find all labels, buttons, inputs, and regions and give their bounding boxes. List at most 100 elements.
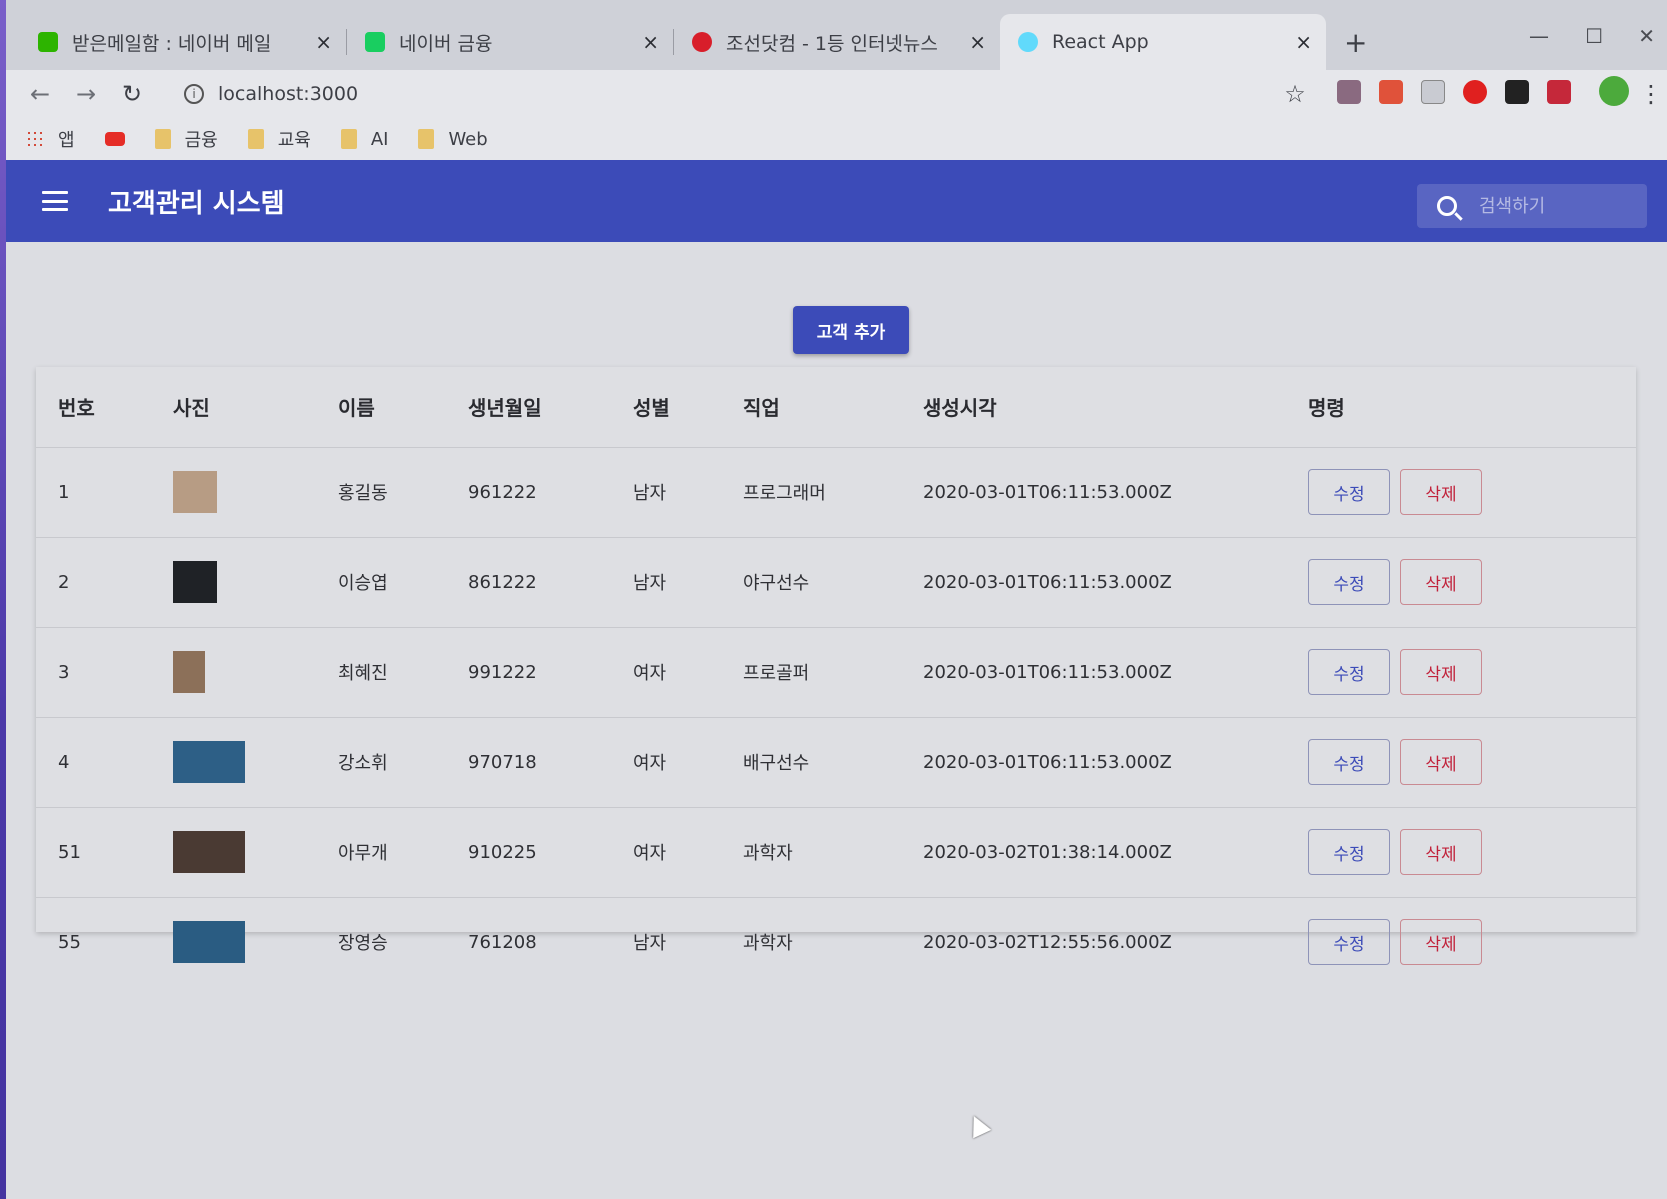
close-icon[interactable]: × bbox=[1295, 30, 1312, 54]
cell-birthday: 910225 bbox=[446, 806, 611, 897]
back-icon[interactable]: ← bbox=[28, 80, 52, 108]
customer-table: 번호 사진 이름 생년월일 성별 직업 생성시각 명령 1 홍길동 961222… bbox=[36, 367, 1636, 987]
cell-birthday: 991222 bbox=[446, 626, 611, 717]
reload-icon[interactable]: ↻ bbox=[120, 80, 144, 108]
bookmark-apps[interactable]: 앱 bbox=[26, 126, 75, 152]
close-icon[interactable]: × bbox=[315, 30, 332, 54]
customer-photo bbox=[173, 651, 205, 693]
bookmark-ai[interactable]: AI bbox=[340, 129, 388, 150]
header-name: 이름 bbox=[338, 396, 375, 421]
cell-birthday: 961222 bbox=[446, 446, 611, 537]
bookmarks-bar: 앱 금융 교육 AI Web bbox=[6, 118, 1667, 160]
header-gender: 성별 bbox=[633, 396, 670, 421]
header-actions: 명령 bbox=[1308, 396, 1345, 421]
search-icon bbox=[1437, 196, 1457, 216]
tab-naver-mail[interactable]: 받은메일함 : 네이버 메일 × bbox=[20, 14, 346, 70]
bookmark-star-icon[interactable]: ☆ bbox=[1283, 80, 1307, 108]
url-text: localhost:3000 bbox=[218, 83, 359, 105]
delete-button[interactable]: 삭제 bbox=[1400, 649, 1482, 695]
window-close-icon[interactable]: ✕ bbox=[1638, 24, 1655, 48]
forward-icon[interactable]: → bbox=[74, 80, 98, 108]
extension-icon[interactable] bbox=[1379, 80, 1403, 104]
delete-button[interactable]: 삭제 bbox=[1400, 829, 1482, 875]
table-row: 1 홍길동 961222 남자 프로그래머 2020-03-01T06:11:5… bbox=[36, 446, 1636, 537]
edit-button[interactable]: 수정 bbox=[1308, 649, 1390, 695]
tab-strip: 받은메일함 : 네이버 메일 × 네이버 금융 × 조선닷컴 - 1등 인터넷뉴… bbox=[6, 0, 1667, 70]
cell-name: 홍길동 bbox=[316, 446, 446, 537]
cell-id: 4 bbox=[36, 716, 151, 807]
minimize-icon[interactable]: — bbox=[1529, 24, 1549, 48]
customer-photo bbox=[173, 741, 245, 783]
cell-created: 2020-03-01T06:11:53.000Z bbox=[901, 716, 1286, 807]
edit-button[interactable]: 수정 bbox=[1308, 469, 1390, 515]
customer-photo bbox=[173, 561, 217, 603]
bookmark-web[interactable]: Web bbox=[418, 128, 488, 150]
new-tab-button[interactable]: + bbox=[1344, 26, 1367, 59]
terminal-icon[interactable] bbox=[1505, 80, 1529, 104]
profile-avatar[interactable] bbox=[1599, 76, 1629, 106]
address-bar[interactable]: i localhost:3000 bbox=[184, 83, 358, 105]
chosun-favicon-icon bbox=[692, 32, 712, 52]
hamburger-menu-icon[interactable] bbox=[42, 191, 68, 211]
cell-birthday: 970718 bbox=[446, 716, 611, 807]
bookmark-youtube[interactable] bbox=[104, 132, 125, 146]
customer-photo bbox=[173, 471, 217, 513]
cell-gender: 남자 bbox=[611, 896, 721, 987]
maximize-icon[interactable]: ☐ bbox=[1585, 24, 1603, 48]
bookmark-label: 교육 bbox=[277, 130, 311, 151]
table-header-row: 번호 사진 이름 생년월일 성별 직업 생성시각 명령 bbox=[36, 367, 1636, 447]
folder-icon bbox=[247, 129, 264, 149]
header-id: 번호 bbox=[58, 396, 95, 421]
add-customer-button[interactable]: 고객 추가 bbox=[793, 306, 909, 354]
tab-naver-finance[interactable]: 네이버 금융 × bbox=[347, 14, 673, 70]
table-row: 55 장영승 761208 남자 과학자 2020-03-02T12:55:56… bbox=[36, 896, 1636, 987]
cell-created: 2020-03-02T01:38:14.000Z bbox=[901, 806, 1286, 897]
cell-job: 과학자 bbox=[721, 806, 901, 897]
cell-name: 장영승 bbox=[316, 896, 446, 987]
bookmark-label: Web bbox=[448, 128, 488, 150]
tab-title: React App bbox=[1052, 31, 1149, 53]
edit-button[interactable]: 수정 bbox=[1308, 739, 1390, 785]
bookmark-finance[interactable]: 금융 bbox=[154, 126, 218, 152]
search-input[interactable] bbox=[1479, 195, 1629, 217]
apps-icon bbox=[26, 130, 44, 148]
tab-react-app[interactable]: React App × bbox=[1000, 14, 1326, 70]
cell-id: 55 bbox=[36, 896, 151, 987]
cell-name: 이승엽 bbox=[316, 536, 446, 627]
delete-button[interactable]: 삭제 bbox=[1400, 469, 1482, 515]
cell-created: 2020-03-02T12:55:56.000Z bbox=[901, 896, 1286, 987]
cell-id: 2 bbox=[36, 536, 151, 627]
cell-job: 배구선수 bbox=[721, 716, 901, 807]
extension-icon[interactable] bbox=[1547, 80, 1571, 104]
close-icon[interactable]: × bbox=[969, 30, 986, 54]
folder-icon bbox=[154, 129, 171, 149]
tab-chosun[interactable]: 조선닷컴 - 1등 인터넷뉴스 × bbox=[674, 14, 1000, 70]
naver-favicon-icon bbox=[365, 32, 385, 52]
extension-icon[interactable] bbox=[1337, 80, 1361, 104]
edit-button[interactable]: 수정 bbox=[1308, 919, 1390, 966]
youtube-icon bbox=[104, 132, 125, 146]
delete-button[interactable]: 삭제 bbox=[1400, 559, 1482, 605]
search-box bbox=[1417, 184, 1647, 228]
cell-gender: 여자 bbox=[611, 806, 721, 897]
bookmark-education[interactable]: 교육 bbox=[247, 126, 311, 152]
delete-button[interactable]: 삭제 bbox=[1400, 739, 1482, 785]
opera-icon[interactable] bbox=[1463, 80, 1487, 104]
cell-id: 51 bbox=[36, 806, 151, 897]
cell-name: 아무개 bbox=[316, 806, 446, 897]
close-icon[interactable]: × bbox=[642, 30, 659, 54]
info-icon[interactable]: i bbox=[184, 84, 204, 104]
delete-button[interactable]: 삭제 bbox=[1400, 919, 1482, 966]
cell-birthday: 761208 bbox=[446, 896, 611, 987]
extension-icon[interactable] bbox=[1421, 80, 1445, 104]
cell-gender: 남자 bbox=[611, 446, 721, 537]
customer-photo bbox=[173, 921, 245, 964]
cell-id: 3 bbox=[36, 626, 151, 717]
menu-kebab-icon[interactable]: ⋮ bbox=[1639, 80, 1663, 108]
edit-button[interactable]: 수정 bbox=[1308, 829, 1390, 875]
customer-photo bbox=[173, 831, 245, 873]
edit-button[interactable]: 수정 bbox=[1308, 559, 1390, 605]
cell-created: 2020-03-01T06:11:53.000Z bbox=[901, 446, 1286, 537]
cell-gender: 여자 bbox=[611, 626, 721, 717]
folder-icon bbox=[340, 129, 357, 149]
